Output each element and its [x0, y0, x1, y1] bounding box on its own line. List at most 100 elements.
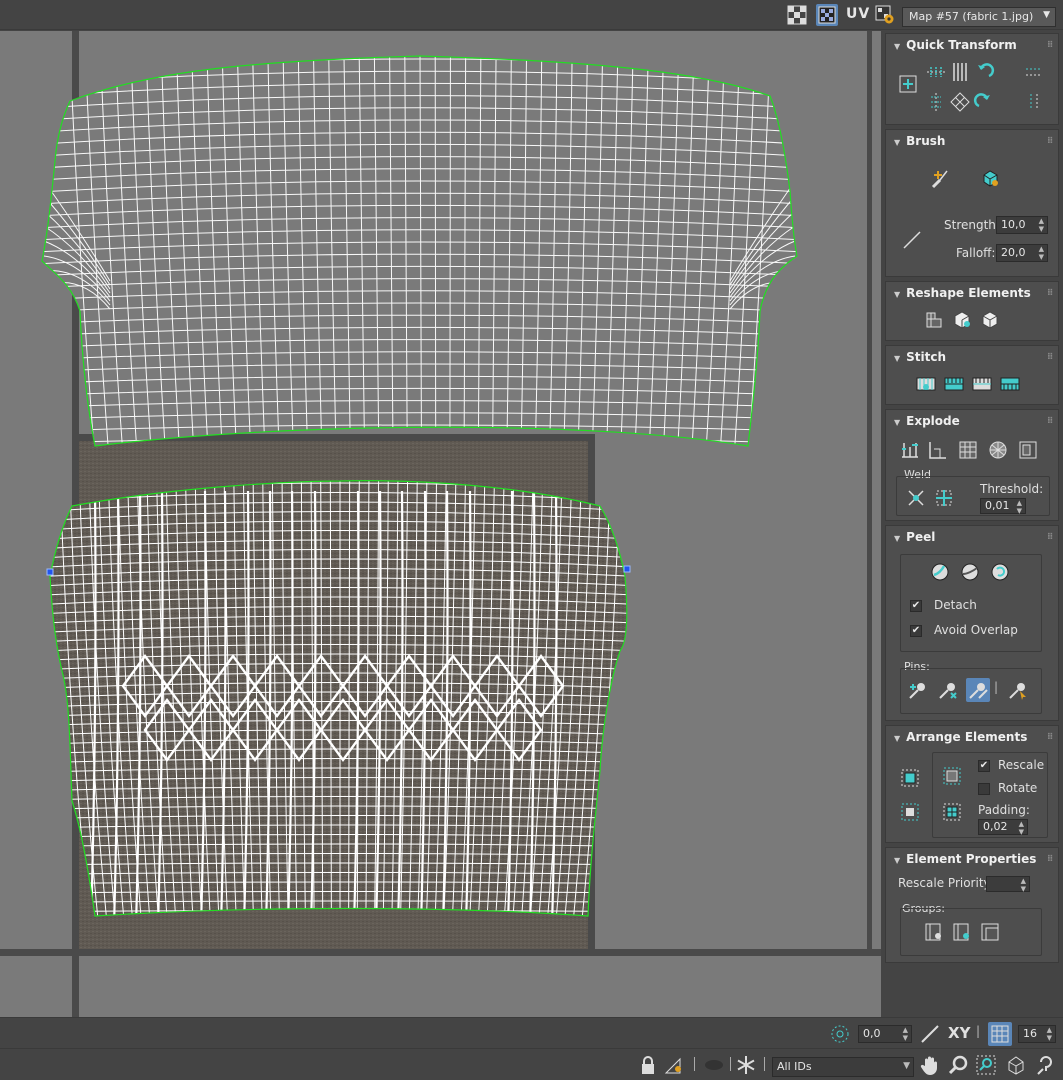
xy-axis-label[interactable]: XY [948, 1024, 970, 1042]
pin-add-icon[interactable] [906, 678, 930, 702]
pin-remove-icon[interactable] [936, 678, 960, 702]
weld-selected-icon[interactable] [904, 486, 928, 510]
relax-icon[interactable] [950, 308, 974, 332]
quick-peel-icon[interactable] [928, 560, 952, 584]
uv-shell-bottom[interactable] [40, 471, 640, 931]
spinner-arrows-icon[interactable]: ▲ ▼ [1047, 1026, 1052, 1042]
transform-value-spinner[interactable]: 0,0 ▲ ▼ [858, 1025, 912, 1043]
checker-grid-icon[interactable] [786, 4, 808, 26]
stitch-to-source-icon[interactable] [942, 372, 966, 396]
grip-icon: ⁝⁝ [1047, 532, 1053, 542]
uv-canvas[interactable] [0, 31, 881, 1017]
selected-vertex-marker[interactable] [46, 568, 54, 576]
avoid-overlap-checkbox[interactable]: ✔ [910, 625, 922, 637]
rollout-brush: ▼ Brush ⁝⁝ Strength: 10,0 ▲ ▼ Falloff: 20,0 ▲… [885, 129, 1059, 277]
align-vertical-icon[interactable] [948, 60, 972, 84]
rollout-header[interactable]: ▼ Peel ⁝⁝ [886, 526, 1058, 548]
falloff-spinner[interactable]: 20,0 ▲ ▼ [996, 244, 1048, 262]
rollout-header[interactable]: ▼ Brush ⁝⁝ [886, 130, 1058, 152]
reset-peel-icon[interactable] [988, 560, 1012, 584]
freeze-icon[interactable] [734, 1053, 758, 1077]
padding-spinner[interactable]: 0,02 ▲ ▼ [978, 819, 1028, 836]
rollout-header[interactable]: ▼ Reshape Elements ⁝⁝ [886, 282, 1058, 304]
collapse-triangle-icon: ▼ [894, 354, 901, 363]
paint-brush-icon[interactable] [928, 166, 952, 190]
rollout-stitch: ▼ Stitch ⁝⁝ [885, 345, 1059, 405]
grid-snap-icon[interactable] [988, 1022, 1012, 1046]
spinner-arrows-icon[interactable]: ▲ ▼ [1039, 245, 1044, 261]
strength-value: 10,0 [1001, 218, 1026, 231]
relax-options-icon[interactable] [978, 308, 1002, 332]
rotate-ccw-icon[interactable] [972, 60, 996, 84]
flip-vertical-icon[interactable] [1022, 90, 1046, 114]
stitch-to-target-icon[interactable] [998, 372, 1022, 396]
separator [730, 1057, 731, 1071]
rollout-header[interactable]: ▼ Arrange Elements ⁝⁝ [886, 726, 1058, 748]
spinner-arrows-icon[interactable]: ▲ ▼ [1021, 877, 1026, 893]
show-hidden-edges-icon[interactable] [662, 1053, 686, 1077]
zoom-extents-icon[interactable] [1004, 1053, 1028, 1077]
rotate-checkbox[interactable] [978, 783, 990, 795]
uv-editor-viewport[interactable] [0, 31, 881, 1017]
pan-hand-icon[interactable] [918, 1053, 942, 1077]
map-select[interactable]: Map #57 (fabric 1.jpg) ▼ [902, 7, 1056, 27]
weld-all-selected-icon[interactable] [932, 486, 956, 510]
zoom-selected-icon[interactable] [1034, 1053, 1058, 1077]
pack-together-icon[interactable] [898, 800, 922, 824]
pack-custom-icon[interactable] [940, 764, 964, 788]
rollout-header[interactable]: ▼ Element Properties ⁝⁝ [886, 848, 1058, 870]
uv-mode-label[interactable]: UV [846, 6, 870, 22]
stitch-custom-icon[interactable] [914, 372, 938, 396]
rollout-header[interactable]: ▼ Stitch ⁝⁝ [886, 346, 1058, 368]
rollout-header[interactable]: ▼ Quick Transform ⁝⁝ [886, 34, 1058, 56]
flatten-by-polygon-icon[interactable] [956, 438, 980, 462]
separator-icon: | [994, 680, 999, 694]
flatten-by-smoothing-icon[interactable] [986, 438, 1010, 462]
zoom-region-icon[interactable] [974, 1053, 998, 1077]
selected-vertex-marker[interactable] [623, 565, 631, 573]
hide-icon[interactable] [702, 1053, 726, 1077]
spinner-arrows-icon[interactable]: ▲ ▼ [903, 1026, 908, 1042]
relax-brush-icon[interactable] [978, 166, 1002, 190]
rollout-header[interactable]: ▼ Explode ⁝⁝ [886, 410, 1058, 432]
pack-settings-icon[interactable] [940, 800, 964, 824]
straighten-icon[interactable] [922, 308, 946, 332]
group-selected-icon[interactable] [922, 920, 946, 944]
stitch-average-icon[interactable] [970, 372, 994, 396]
flip-horizontal-icon[interactable] [1022, 60, 1046, 84]
align-horizontal-icon[interactable] [924, 60, 948, 84]
pack-normalize-icon[interactable] [898, 766, 922, 790]
show-map-icon[interactable] [816, 4, 838, 26]
select-group-icon[interactable] [978, 920, 1002, 944]
lock-icon[interactable] [636, 1053, 660, 1077]
ungroup-selected-icon[interactable] [950, 920, 974, 944]
absolute-offset-icon[interactable] [828, 1022, 852, 1046]
rotate-cw-icon[interactable] [972, 90, 996, 114]
peel-mode-icon[interactable] [958, 560, 982, 584]
spinner-arrows-icon[interactable]: ▲ ▼ [1019, 820, 1024, 836]
map-settings-icon[interactable] [874, 4, 896, 26]
rescale-checkbox[interactable]: ✔ [978, 760, 990, 772]
uv-shell-top[interactable] [30, 51, 810, 461]
brush-falloff-curve-icon[interactable] [900, 228, 924, 252]
space-vertical-icon[interactable] [924, 90, 948, 114]
straighten-selection-icon[interactable] [948, 90, 972, 114]
grid-size-spinner[interactable]: 16 ▲ ▼ [1018, 1025, 1056, 1043]
rollout-title: Stitch [906, 350, 947, 364]
zoom-icon[interactable] [946, 1053, 970, 1077]
auto-pin-icon[interactable] [966, 678, 990, 702]
detach-checkbox[interactable]: ✔ [910, 600, 922, 612]
detach-edges-icon[interactable] [926, 438, 950, 462]
transform-gizmo-icon[interactable] [896, 72, 920, 96]
flatten-by-material-icon[interactable] [1016, 438, 1040, 462]
rescale-priority-spinner[interactable]: ▲ ▼ [986, 876, 1030, 893]
strength-label: Strength: [944, 218, 1000, 232]
spinner-arrows-icon[interactable]: ▲ ▼ [1017, 499, 1022, 515]
spinner-arrows-icon[interactable]: ▲ ▼ [1039, 217, 1044, 233]
strength-spinner[interactable]: 10,0 ▲ ▼ [996, 216, 1048, 234]
break-icon[interactable] [898, 438, 922, 462]
threshold-spinner[interactable]: 0,01 ▲ ▼ [980, 498, 1026, 515]
select-pinned-icon[interactable] [1006, 678, 1030, 702]
material-id-select[interactable]: All IDs ▼ [772, 1057, 914, 1077]
line-tool-icon[interactable] [918, 1022, 942, 1046]
